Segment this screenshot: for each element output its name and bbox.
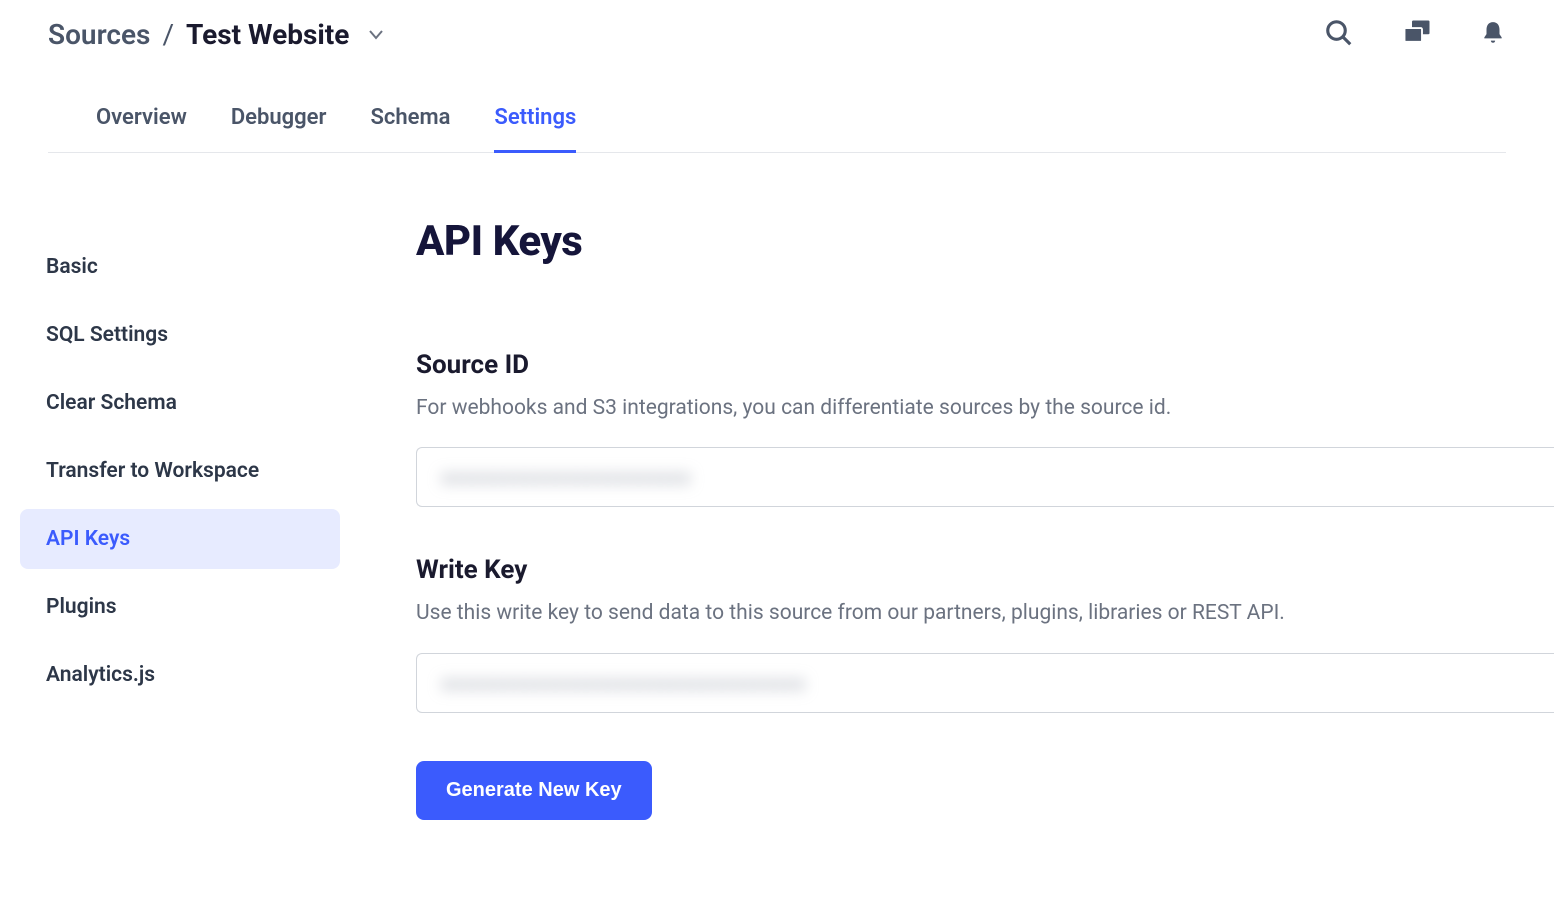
sidebar-item-api-keys[interactable]: API Keys	[20, 509, 340, 569]
tab-settings[interactable]: Settings	[494, 105, 576, 153]
settings-sidebar: Basic SQL Settings Clear Schema Transfer…	[0, 153, 360, 880]
breadcrumb: Sources / Test Website	[48, 18, 1506, 51]
source-id-title: Source ID	[416, 350, 1554, 380]
source-id-description: For webhooks and S3 integrations, you ca…	[416, 394, 1554, 423]
search-icon[interactable]	[1324, 18, 1354, 48]
sidebar-item-plugins[interactable]: Plugins	[20, 577, 340, 637]
bell-icon[interactable]	[1480, 18, 1506, 48]
tab-schema[interactable]: Schema	[370, 105, 450, 153]
sidebar-item-sql-settings[interactable]: SQL Settings	[20, 305, 340, 365]
generate-new-key-button[interactable]: Generate New Key	[416, 761, 652, 820]
tab-overview[interactable]: Overview	[96, 105, 187, 153]
write-key-title: Write Key	[416, 555, 1554, 585]
sidebar-item-transfer-workspace[interactable]: Transfer to Workspace	[20, 441, 340, 501]
sidebar-item-clear-schema[interactable]: Clear Schema	[20, 373, 340, 433]
tabs: Overview Debugger Schema Settings	[48, 105, 1506, 153]
source-id-field[interactable]: xxxxxxxxxxxxxxxxxxxxxxxx	[416, 447, 1554, 507]
header-actions	[1324, 18, 1506, 48]
write-key-description: Use this write key to send data to this …	[416, 599, 1554, 628]
breadcrumb-root[interactable]: Sources	[48, 18, 150, 51]
main-content: API Keys Source ID For webhooks and S3 i…	[360, 153, 1554, 880]
page-title: API Keys	[416, 217, 1554, 266]
write-key-field[interactable]: xxxxxxxxxxxxxxxxxxxxxxxxxxxxxxxxxxx	[416, 653, 1554, 713]
caret-down-icon[interactable]	[369, 30, 383, 40]
write-key-value: xxxxxxxxxxxxxxxxxxxxxxxxxxxxxxxxxxx	[441, 671, 806, 695]
write-key-section: Write Key Use this write key to send dat…	[416, 555, 1554, 712]
sidebar-item-basic[interactable]: Basic	[20, 237, 340, 297]
source-id-section: Source ID For webhooks and S3 integratio…	[416, 350, 1554, 507]
breadcrumb-current[interactable]: Test Website	[186, 18, 349, 51]
tab-debugger[interactable]: Debugger	[231, 105, 327, 153]
chat-icon[interactable]	[1402, 18, 1432, 48]
breadcrumb-separator: /	[162, 18, 174, 51]
source-id-value: xxxxxxxxxxxxxxxxxxxxxxxx	[441, 465, 691, 489]
sidebar-item-analytics-js[interactable]: Analytics.js	[20, 645, 340, 705]
